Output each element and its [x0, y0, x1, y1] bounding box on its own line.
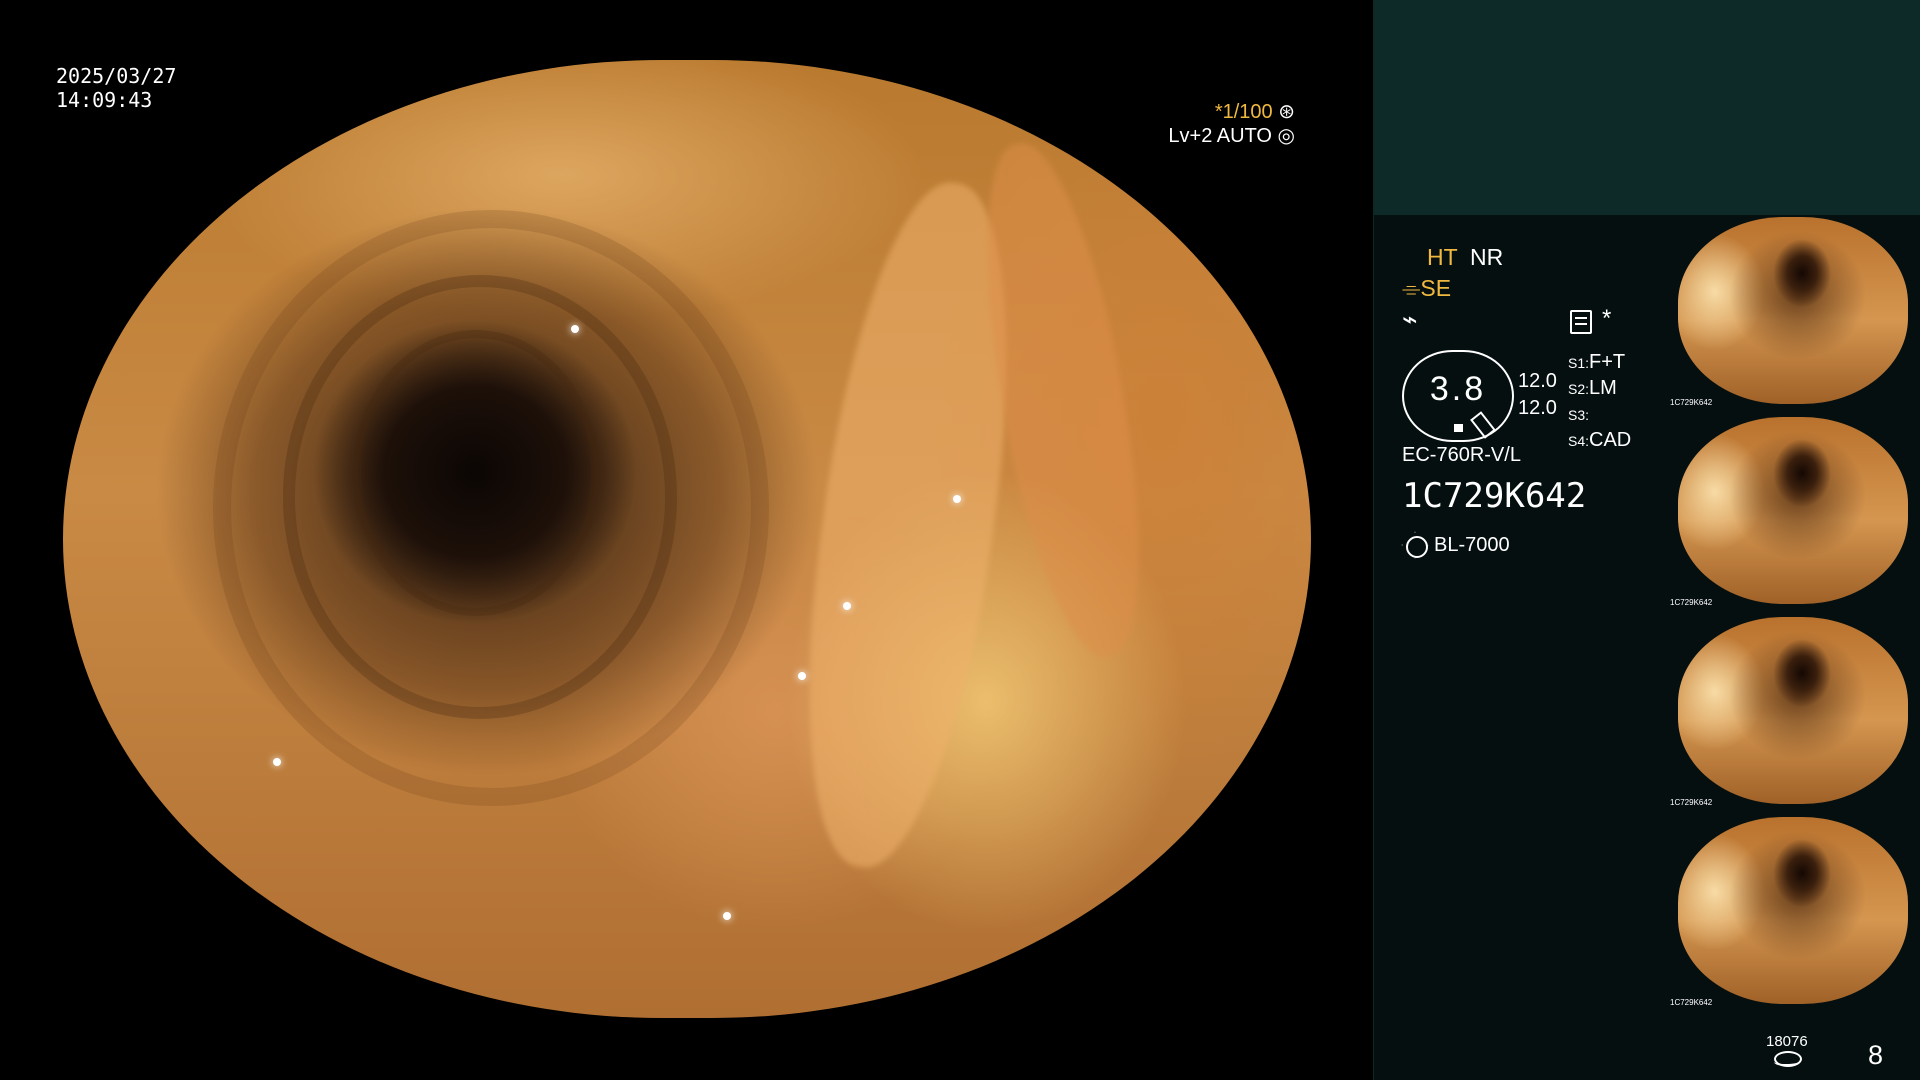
level-values: 12.0 12.0: [1518, 368, 1557, 422]
specular-highlight: [723, 912, 731, 920]
storage-disk-icon: [1774, 1051, 1802, 1067]
thumbnail-serial: 1C729K642: [1670, 598, 1713, 607]
panel-header: [1374, 0, 1920, 215]
page-number: 8: [1868, 1040, 1884, 1070]
thumbnail[interactable]: 1C729K642: [1670, 417, 1920, 607]
gauge-mark: [1454, 424, 1463, 432]
time-text: 14:09:43: [56, 88, 153, 112]
shutter-speed: *1/100: [1214, 101, 1273, 123]
ht-indicator: HT: [1427, 244, 1458, 270]
switch-assignments: S1:F+T S2:LM S3: S4:CAD: [1568, 350, 1631, 454]
thumbnail[interactable]: 1C729K642: [1670, 817, 1920, 1007]
gauge-tool-icon: [1470, 411, 1496, 439]
thumbnail-image: [1678, 417, 1908, 604]
storage-counter: 18076: [1766, 1033, 1808, 1050]
nr-indicator: NR: [1470, 244, 1504, 270]
exposure-overlay: *1/100 ⊛ Lv+2 AUTO ◎: [1168, 100, 1295, 148]
enhancement-level: Lv+2 AUTO: [1168, 125, 1272, 147]
thumbnail-image: [1678, 617, 1908, 804]
thumbnail-image: [1678, 817, 1908, 1004]
scope-model: EC-760R-V/L: [1402, 444, 1521, 466]
iris-icon: ◎: [1277, 125, 1295, 147]
light-source-model: BL-7000: [1434, 534, 1510, 556]
date-time-overlay: 2025/03/27 14:09:43: [56, 64, 176, 112]
processor-settings: HT NR ⌯SE ⌁ * 3.8 12.0 12.0 S1:F+T S2:LM…: [1402, 240, 1692, 570]
thumbnail-image: [1678, 217, 1908, 404]
specular-highlight: [273, 758, 281, 766]
light-source-icon: [1406, 536, 1428, 558]
stat-value: 12.0: [1518, 370, 1557, 392]
scope-serial: 1C729K642: [1402, 476, 1587, 516]
structure-enhance-icon: ⌯: [1402, 275, 1421, 301]
switch-row: S1:F+T: [1568, 351, 1626, 373]
thumbnail-serial: 1C729K642: [1670, 398, 1713, 407]
thumbnail-serial: 1C729K642: [1670, 998, 1713, 1007]
wave-symbol: ⌁: [1402, 304, 1418, 334]
date-text: 2025/03/27: [56, 64, 177, 88]
asterisk-indicator: *: [1602, 305, 1612, 332]
specular-highlight: [953, 495, 961, 503]
specular-highlight: [843, 602, 851, 610]
gauge-value: 3.8: [1429, 370, 1487, 408]
switch-row: S2:LM: [1568, 377, 1617, 399]
iris-gauge: 3.8: [1402, 350, 1514, 442]
specular-highlight: [798, 672, 806, 680]
thumbnail-serial: 1C729K642: [1670, 798, 1713, 807]
stat-value: 12.0: [1518, 397, 1557, 419]
se-indicator: ⌯SE: [1402, 275, 1452, 301]
settings-list-icon: [1570, 310, 1592, 334]
thumbnail[interactable]: 1C729K642: [1670, 217, 1920, 407]
switch-row: S4:CAD: [1568, 429, 1632, 451]
specular-highlight: [571, 325, 579, 333]
switch-row: S3:: [1568, 407, 1590, 423]
thumbnail[interactable]: 1C729K642: [1670, 617, 1920, 807]
intestinal-fold-ring: [353, 330, 599, 616]
endoscope-main-image: [63, 60, 1311, 1018]
captured-image-strip[interactable]: 1C729K642 1C729K642 1C729K642 1C729K642: [1670, 217, 1920, 1017]
aperture-icon: ⊛: [1278, 101, 1295, 123]
